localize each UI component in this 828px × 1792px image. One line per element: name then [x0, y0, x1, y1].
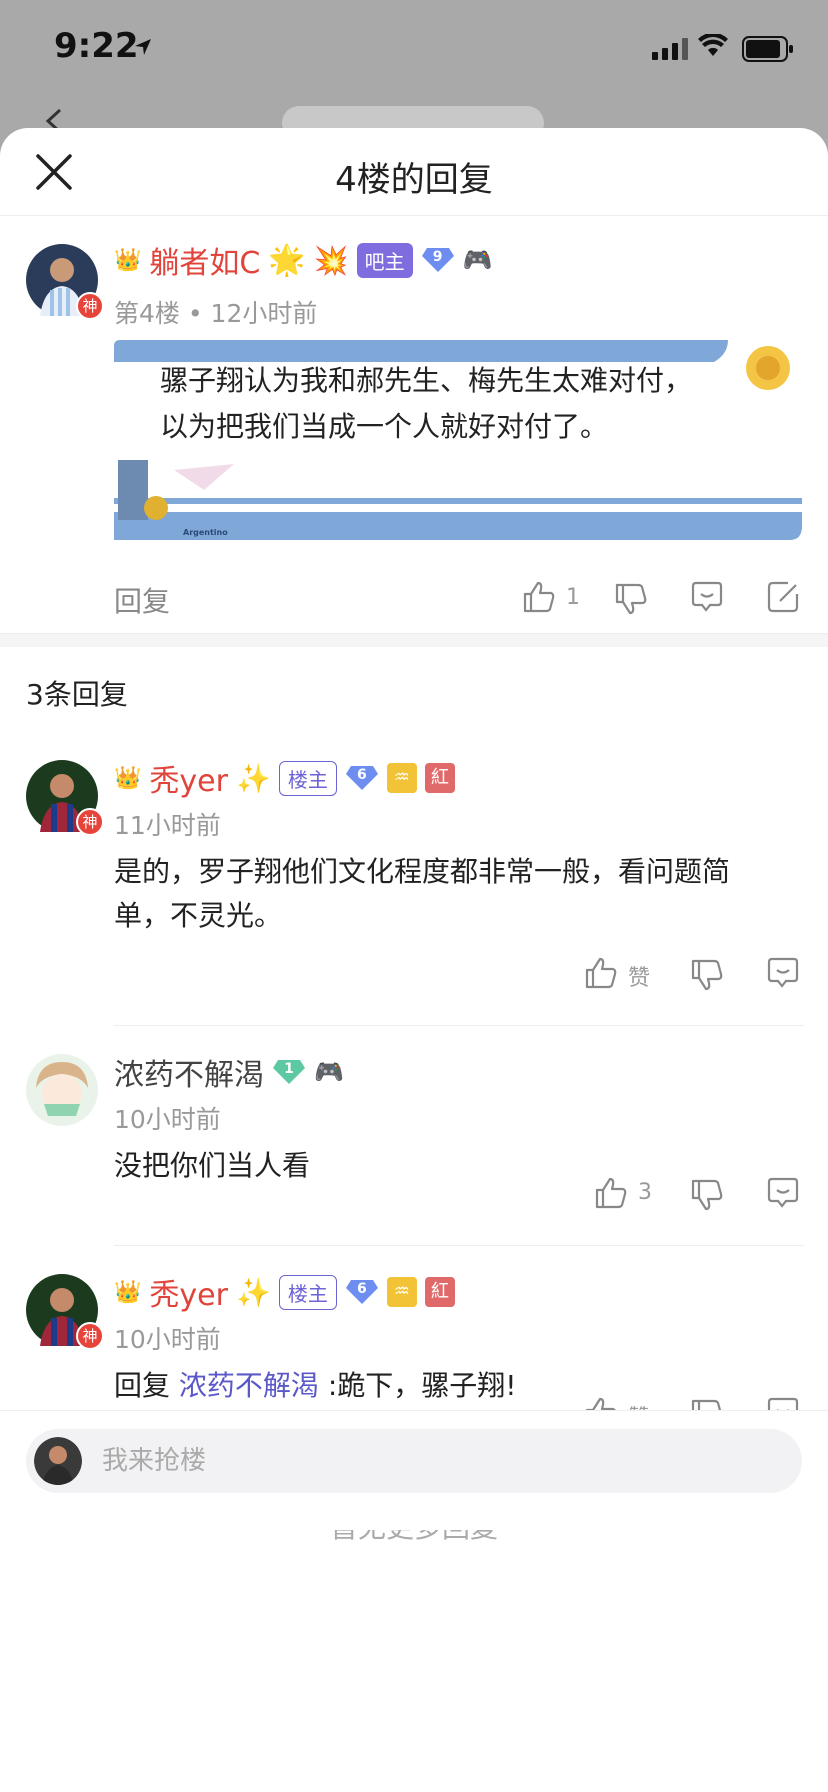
- reply-input-box[interactable]: [26, 1429, 802, 1493]
- comment-username[interactable]: 秃yer: [149, 1270, 228, 1314]
- level-gem-icon: 1: [272, 1059, 306, 1085]
- crown-icon: 👑: [114, 247, 142, 273]
- thumb-down-icon[interactable]: [690, 1178, 724, 1212]
- status-time: 9:22: [54, 26, 139, 66]
- banner-country: Argentino: [183, 528, 228, 537]
- star-icon: 🌟: [268, 242, 306, 278]
- main-post-text-line: 以为把我们当成一个人就好对付了。: [160, 410, 609, 443]
- comment-username[interactable]: 秃yer: [149, 756, 228, 800]
- avatar[interactable]: 神: [26, 760, 104, 836]
- comment-icon[interactable]: [766, 956, 800, 990]
- reply-sheet: 4楼的回复 神 👑 躺者如C 🌟 💥 吧主 9 🎮 第4楼 • 12小时前 Ar…: [0, 128, 828, 1792]
- wifi-icon: [698, 34, 728, 56]
- replies-count: 3条回复: [26, 678, 128, 711]
- avatar-image-icon: [26, 1054, 98, 1126]
- main-post-text-line: 骡子翔认为我和郝先生、梅先生太难对付，: [160, 364, 693, 397]
- sparkles-icon: ✨: [235, 1275, 271, 1309]
- level-gem-icon: 9: [421, 247, 455, 273]
- god-badge: 神: [76, 808, 104, 836]
- main-post-text: 骡子翔认为我和郝先生、梅先生太难对付， 以为把我们当成一个人就好对付了。: [160, 358, 730, 450]
- avatar[interactable]: [26, 1054, 98, 1126]
- status-bar: 9:22: [0, 0, 828, 100]
- god-badge: 神: [76, 292, 104, 320]
- thumb-up-icon[interactable]: [584, 956, 618, 990]
- comment-user-line: 浓药不解渴 1 🎮: [114, 1050, 344, 1094]
- comment-user-line: 👑 秃yer ✨ 楼主 6 ♒ 紅: [114, 1270, 455, 1314]
- comment-text-line: 是的，罗子翔他们文化程度都非常一般，看问题简: [114, 855, 731, 888]
- bottom-input-bar: [0, 1410, 828, 1530]
- comment-icon[interactable]: [690, 580, 724, 614]
- divider: [114, 1245, 804, 1246]
- hong-badge: 紅: [424, 1277, 455, 1307]
- gamepad-icon: 🎮: [462, 246, 493, 274]
- thumb-down-icon[interactable]: [614, 582, 648, 616]
- my-avatar: [34, 1437, 82, 1485]
- hong-badge: 紅: [424, 763, 455, 793]
- aquarius-icon: ♒: [386, 763, 417, 793]
- comment-user-line: 👑 秃yer ✨ 楼主 6 ♒ 紅: [114, 756, 455, 800]
- sheet-header: 4楼的回复: [0, 128, 828, 216]
- location-arrow-icon: [135, 39, 151, 55]
- main-post-username[interactable]: 躺者如C: [149, 238, 260, 282]
- main-post-meta: 第4楼 • 12小时前: [114, 299, 318, 328]
- thumb-up-icon[interactable]: [522, 580, 556, 614]
- comment-time: 11小时前: [114, 811, 221, 840]
- banner-caption: The champion: [170, 555, 249, 566]
- cellular-signal-icon: [652, 38, 688, 60]
- reply-content: :跪下，骡子翔!: [327, 1369, 517, 1402]
- comment-time: 10小时前: [114, 1325, 221, 1354]
- thumb-down-icon[interactable]: [690, 958, 724, 992]
- mention-link[interactable]: 浓药不解渴: [179, 1369, 319, 1402]
- burst-icon: 💥: [313, 243, 349, 277]
- louzhu-tag: 楼主: [278, 1274, 337, 1310]
- like-label: 赞: [628, 966, 651, 991]
- avatar[interactable]: 神: [26, 1274, 104, 1350]
- reply-button[interactable]: 回复: [114, 580, 170, 620]
- louzhu-tag: 楼主: [278, 760, 337, 796]
- comment-text-line: 单，不灵光。: [114, 899, 283, 932]
- crown-icon: 👑: [114, 765, 142, 791]
- avatar-image-icon: [34, 1437, 82, 1485]
- comment-time: 10小时前: [114, 1105, 221, 1134]
- bazhu-tag: 吧主: [356, 242, 413, 278]
- crown-icon: 👑: [114, 1279, 142, 1305]
- comment-username[interactable]: 浓药不解渴: [114, 1050, 264, 1094]
- main-post: 神 👑 躺者如C 🌟 💥 吧主 9 🎮 第4楼 • 12小时前 Argentin…: [0, 216, 828, 636]
- main-post-user-line: 👑 躺者如C 🌟 💥 吧主 9 🎮: [114, 238, 492, 282]
- reply-input[interactable]: [102, 1429, 782, 1493]
- comment-text: 是的，罗子翔他们文化程度都非常一般，看问题简 单，不灵光。: [114, 850, 804, 938]
- sheet-title: 4楼的回复: [335, 160, 493, 200]
- aquarius-icon: ♒: [386, 1277, 417, 1307]
- edit-share-icon[interactable]: [766, 580, 800, 614]
- god-badge: 神: [76, 1322, 104, 1350]
- reply-prefix: 回复: [114, 1369, 171, 1402]
- level-gem-icon: 6: [345, 765, 379, 791]
- sparkles-icon: ✨: [235, 761, 271, 795]
- like-count: 1: [566, 585, 580, 610]
- section-gap: [0, 633, 828, 647]
- divider: [114, 1025, 804, 1026]
- thumb-up-icon[interactable]: [594, 1176, 628, 1210]
- level-gem-icon: 6: [345, 1279, 379, 1305]
- comment-icon[interactable]: [766, 1176, 800, 1210]
- gamepad-icon: 🎮: [314, 1058, 344, 1086]
- like-count: 3: [638, 1180, 652, 1205]
- banner-year: 1978: [196, 545, 217, 554]
- avatar[interactable]: 神: [26, 244, 104, 320]
- battery-icon: [742, 36, 793, 62]
